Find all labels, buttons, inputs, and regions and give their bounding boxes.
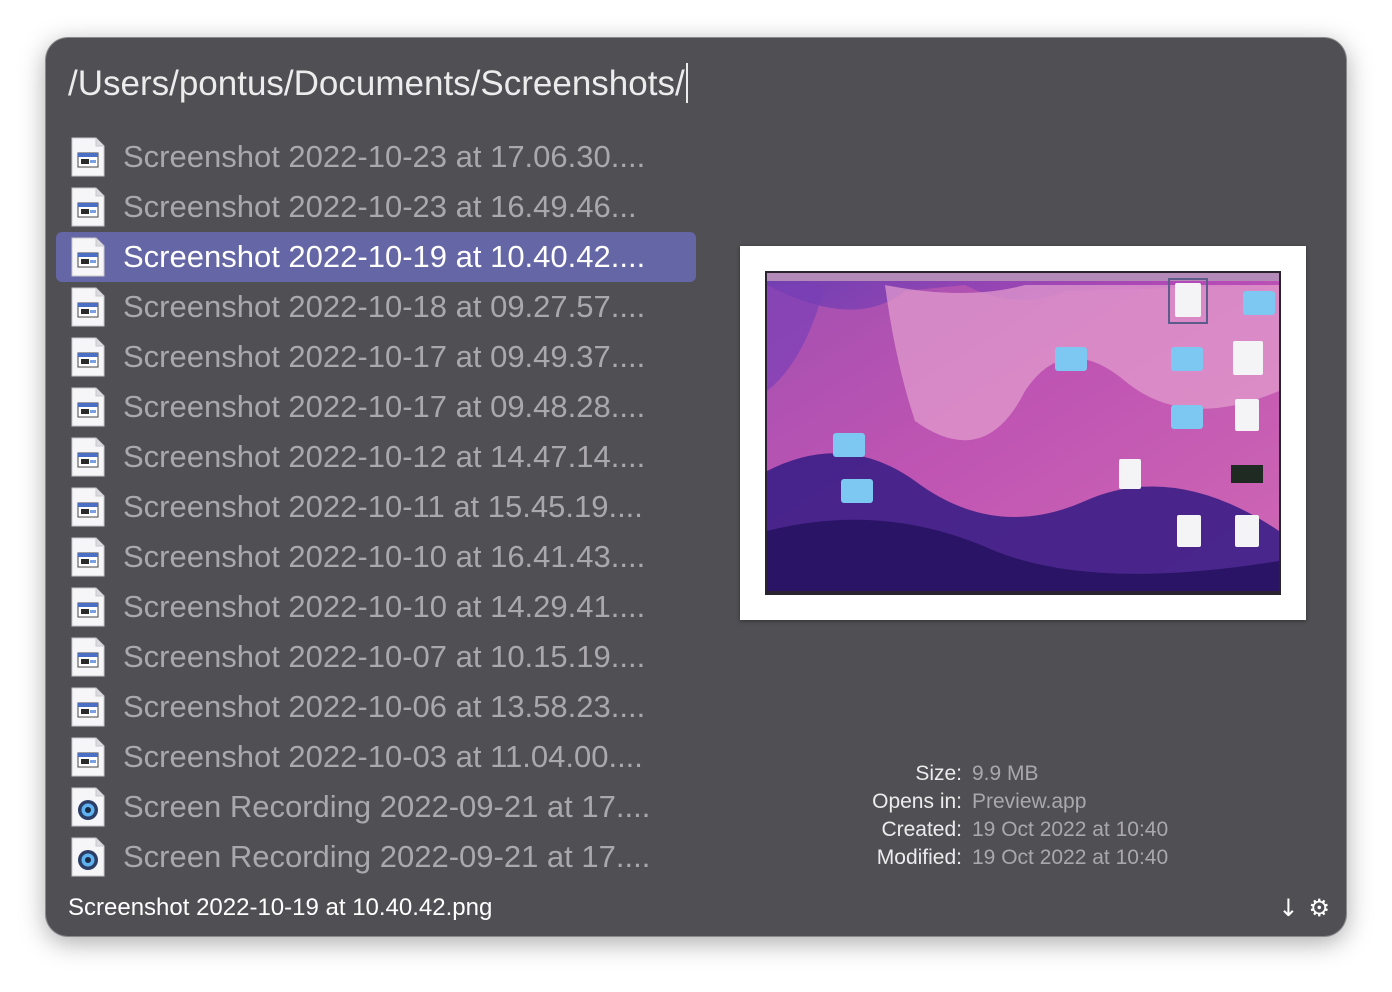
png-file-icon (70, 387, 106, 427)
result-row-selected[interactable]: Screenshot 2022-10-19 at 10.40.42.... (56, 232, 696, 282)
result-row[interactable]: Screenshot 2022-10-23 at 16.49.46... (56, 182, 696, 232)
png-file-icon (70, 287, 106, 327)
result-row[interactable]: Screenshot 2022-10-17 at 09.49.37.... (56, 332, 696, 382)
result-filename: Screenshot 2022-10-03 at 11.04.00.... (123, 739, 643, 774)
result-row[interactable]: Screenshot 2022-10-07 at 10.15.19.... (56, 632, 696, 682)
result-filename: Screenshot 2022-10-10 at 14.29.41.... (123, 589, 646, 624)
result-filename: Screenshot 2022-10-07 at 10.15.19.... (123, 639, 646, 674)
result-row[interactable]: Screen Recording 2022-09-21 at 17.... (56, 782, 696, 832)
detail-modified: Modified: 19 Oct 2022 at 10:40 (776, 844, 1296, 872)
result-filename: Screenshot 2022-10-18 at 09.27.57.... (123, 289, 646, 324)
png-file-icon (70, 587, 106, 627)
created-label: Created: (881, 818, 962, 841)
created-value: 19 Oct 2022 at 10:40 (972, 818, 1169, 841)
result-row[interactable]: Screenshot 2022-10-03 at 11.04.00.... (56, 732, 696, 782)
detail-created: Created: 19 Oct 2022 at 10:40 (776, 816, 1296, 844)
result-filename: Screenshot 2022-10-17 at 09.49.37.... (123, 339, 646, 374)
png-file-icon (70, 137, 106, 177)
result-filename: Screen Recording 2022-09-21 at 17.... (123, 839, 651, 874)
png-file-icon (70, 687, 106, 727)
search-query-text[interactable]: /Users/pontus/Documents/Screenshots/ (68, 64, 685, 103)
png-file-icon (70, 637, 106, 677)
png-file-icon (70, 487, 106, 527)
search-query[interactable]: /Users/pontus/Documents/Screenshots/ (68, 60, 688, 108)
result-filename: Screenshot 2022-10-11 at 15.45.19.... (123, 489, 643, 524)
result-filename: Screen Recording 2022-09-21 at 17.... (123, 789, 651, 824)
result-filename: Screenshot 2022-10-12 at 14.47.14.... (123, 439, 646, 474)
modified-label: Modified: (876, 846, 962, 869)
desktop-screenshot-thumbnail (765, 271, 1281, 595)
result-filename: Screenshot 2022-10-06 at 13.58.23.... (123, 689, 646, 724)
result-row[interactable]: Screen Recording 2022-09-21 at 17.... (56, 832, 696, 882)
result-row[interactable]: Screenshot 2022-10-12 at 14.47.14.... (56, 432, 696, 482)
opens-in-label: Opens in: (872, 790, 962, 813)
png-file-icon (70, 187, 106, 227)
result-row[interactable]: Screenshot 2022-10-11 at 15.45.19.... (56, 482, 696, 532)
result-row[interactable]: Screenshot 2022-10-10 at 14.29.41.... (56, 582, 696, 632)
file-preview (740, 246, 1306, 620)
result-filename: Screenshot 2022-10-17 at 09.48.28.... (123, 389, 646, 424)
result-row[interactable]: Screenshot 2022-10-10 at 16.41.43.... (56, 532, 696, 582)
png-file-icon (70, 737, 106, 777)
png-file-icon (70, 237, 106, 277)
footer-actions: ↓ ⚙ (1278, 892, 1330, 924)
detail-opens-in: Opens in: Preview.app (776, 788, 1296, 816)
modified-value: 19 Oct 2022 at 10:40 (972, 846, 1169, 869)
sort-down-arrow-icon[interactable]: ↓ (1278, 892, 1298, 924)
launcher-window: /Users/pontus/Documents/Screenshots/ Scr… (46, 38, 1346, 936)
results-list: Screenshot 2022-10-23 at 17.06.30.... Scr… (56, 132, 696, 882)
png-file-icon (70, 337, 106, 377)
size-value: 9.9 MB (972, 762, 1039, 785)
png-file-icon (70, 437, 106, 477)
result-filename: Screenshot 2022-10-23 at 17.06.30.... (123, 139, 646, 174)
selected-file-path: Screenshot 2022-10-19 at 10.40.42.png (68, 894, 493, 921)
result-filename: Screenshot 2022-10-19 at 10.40.42.... (123, 239, 646, 274)
detail-size: Size: 9.9 MB (776, 760, 1296, 788)
result-filename: Screenshot 2022-10-10 at 16.41.43.... (123, 539, 646, 574)
size-label: Size: (915, 762, 962, 785)
result-row[interactable]: Screenshot 2022-10-17 at 09.48.28.... (56, 382, 696, 432)
result-filename: Screenshot 2022-10-23 at 16.49.46... (123, 189, 637, 224)
quicktime-movie-icon (70, 787, 106, 827)
quicktime-movie-icon (70, 837, 106, 877)
gear-icon[interactable]: ⚙ (1308, 892, 1330, 924)
result-row[interactable]: Screenshot 2022-10-06 at 13.58.23.... (56, 682, 696, 732)
png-file-icon (70, 537, 106, 577)
file-details: Size: 9.9 MB Opens in: Preview.app Creat… (776, 760, 1296, 872)
opens-in-value: Preview.app (972, 790, 1087, 813)
text-caret (685, 63, 688, 103)
result-row[interactable]: Screenshot 2022-10-18 at 09.27.57.... (56, 282, 696, 332)
result-row[interactable]: Screenshot 2022-10-23 at 17.06.30.... (56, 132, 696, 182)
